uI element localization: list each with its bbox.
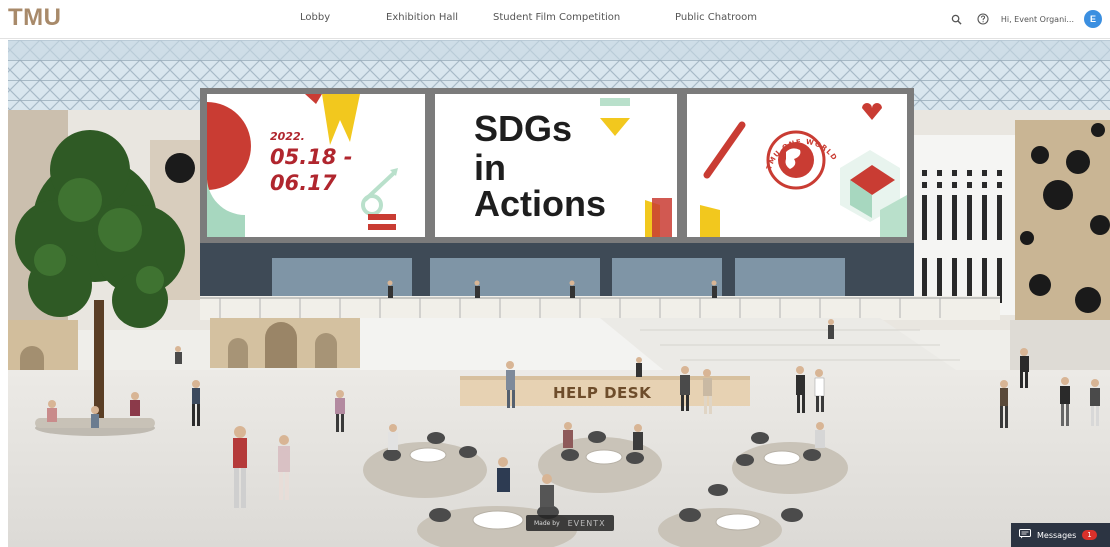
round-window xyxy=(165,153,195,183)
nav-public-chatroom[interactable]: Public Chatroom xyxy=(675,12,757,23)
tmu-logo[interactable]: TMU xyxy=(8,4,61,32)
banner-date-year: 2022. xyxy=(270,130,305,143)
messages-count-badge: 1 xyxy=(1082,530,1097,540)
banner-date-end: 06.17 xyxy=(270,171,337,195)
user-avatar[interactable]: E xyxy=(1084,10,1102,28)
tmu-one-world-logo: TMU ONE WORLD xyxy=(765,138,839,171)
eventx-brand: EVENTX xyxy=(567,518,606,528)
help-icon[interactable] xyxy=(975,11,991,27)
help-desk-sign[interactable]: HELP DESK xyxy=(553,384,651,402)
messages-button[interactable]: Messages 1 xyxy=(1011,523,1110,547)
nav-student-film-competition[interactable]: Student Film Competition xyxy=(493,12,620,23)
top-navigation-bar: TMU Lobby Exhibition Hall Student Film C… xyxy=(0,0,1110,39)
banner-headline-in: in xyxy=(474,147,506,188)
banner-headline-actions: Actions xyxy=(474,183,607,224)
nav-lobby[interactable]: Lobby xyxy=(300,12,330,23)
search-icon[interactable] xyxy=(949,11,965,27)
svg-text:TMU ONE WORLD: TMU ONE WORLD xyxy=(765,138,839,171)
header-tools: Hi, Event Organi... E xyxy=(949,8,1102,30)
virtual-lobby-scene[interactable]: 2022. 05.18 - 06.17 SDGs in Actions TMU … xyxy=(8,40,1110,547)
made-by-badge[interactable]: Made by EVENTX xyxy=(526,515,614,531)
nav-exhibition-hall[interactable]: Exhibition Hall xyxy=(386,12,458,23)
user-name-menu[interactable]: Hi, Event Organi... xyxy=(1001,15,1074,24)
banner-date-start: 05.18 - xyxy=(270,145,353,169)
made-by-label: Made by xyxy=(534,519,560,527)
messages-label: Messages xyxy=(1037,530,1077,540)
banner-headline-sdgs: SDGs xyxy=(474,108,573,149)
messages-icon xyxy=(1019,526,1031,544)
